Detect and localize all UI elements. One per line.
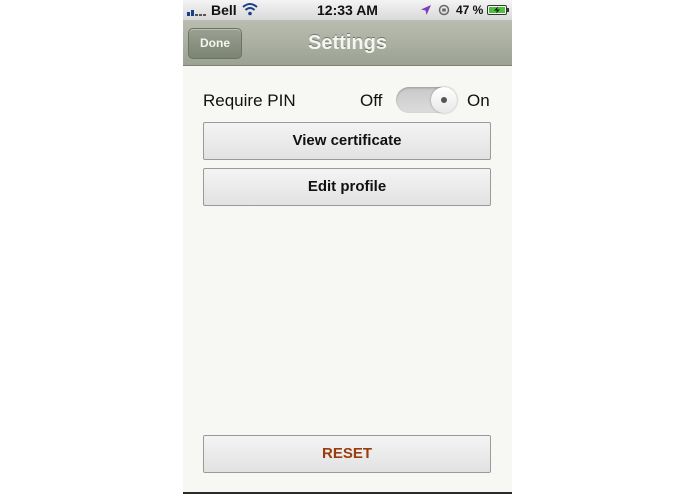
toggle-knob[interactable]	[431, 87, 457, 113]
done-button[interactable]: Done	[188, 28, 242, 59]
reset-button[interactable]: RESET	[203, 435, 491, 473]
phone-screen: Bell 12:33 AM 47 % Settings Done Require…	[183, 0, 512, 494]
status-bar: Bell 12:33 AM 47 %	[183, 0, 512, 21]
orientation-lock-icon	[438, 4, 450, 16]
knob-dot-icon	[441, 97, 447, 103]
toggle-off-label: Off	[360, 91, 383, 110]
battery-percentage: 47 %	[456, 3, 484, 17]
view-certificate-button[interactable]: View certificate	[203, 122, 491, 160]
location-arrow-icon	[421, 5, 431, 15]
toggle-on-label: On	[467, 91, 490, 110]
navigation-bar: Settings Done	[183, 21, 512, 66]
edit-profile-button[interactable]: Edit profile	[203, 168, 491, 206]
require-pin-toggle[interactable]	[396, 87, 457, 113]
require-pin-row: Require PIN Off On	[203, 84, 493, 118]
battery-charging-icon	[487, 5, 509, 15]
require-pin-label: Require PIN	[203, 91, 296, 110]
